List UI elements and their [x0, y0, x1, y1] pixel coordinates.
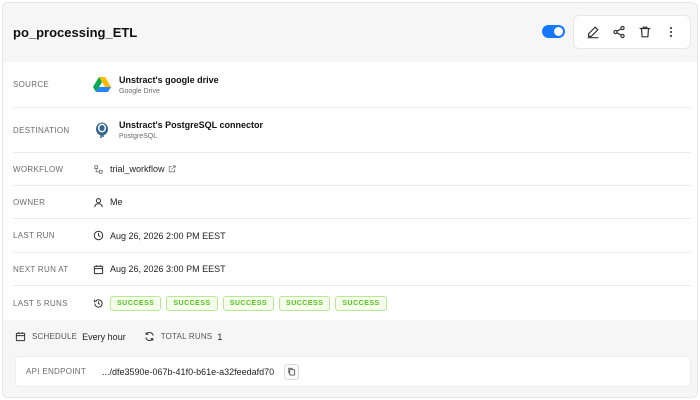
workflow-label: WORKFLOW	[13, 164, 64, 174]
next-run-label: NEXT RUN AT	[13, 264, 69, 274]
source-name: Unstract's google drive	[119, 74, 219, 85]
last-5-runs-label: LAST 5 RUNS	[13, 298, 68, 308]
postgresql-icon	[93, 121, 111, 139]
history-icon	[93, 298, 104, 309]
source-label: SOURCE	[13, 80, 50, 89]
edit-icon	[587, 26, 599, 39]
schedule-value: Every hour	[82, 331, 126, 342]
run-status-badge[interactable]: SUCCESS	[335, 295, 387, 311]
next-run-row: NEXT RUN AT Aug 26, 2026 3:00 PM EEST	[13, 253, 691, 286]
run-status-badge[interactable]: SUCCESS	[222, 295, 275, 311]
copy-icon	[288, 367, 296, 376]
destination-row: DESTINATION Unstract's PostgreSQL connec…	[13, 108, 691, 153]
pipeline-title: po_processing_ETL	[13, 24, 138, 40]
external-link-icon[interactable]	[168, 165, 176, 173]
schedule-label: SCHEDULE	[32, 332, 78, 341]
workflow-value[interactable]: trial_workflow	[93, 164, 176, 175]
schedule-icon	[15, 331, 26, 342]
destination-name: Unstract's PostgreSQL connector	[119, 120, 264, 130]
user-icon	[93, 197, 104, 208]
owner-row: OWNER Me	[13, 186, 691, 219]
run-status-badge[interactable]: SUCCESS	[279, 295, 331, 311]
source-row: SOURCE Unstract's google drive Google Dr…	[13, 62, 691, 108]
enable-toggle[interactable]	[542, 25, 565, 38]
api-endpoint-label: API ENDPOINT	[26, 367, 87, 376]
delete-button[interactable]	[634, 21, 656, 43]
total-runs-label: TOTAL RUNS	[160, 332, 213, 341]
total-runs-value: 1	[217, 331, 223, 342]
details-panel: SOURCE Unstract's google drive Google Dr…	[3, 62, 697, 320]
source-type: Google Drive	[119, 87, 160, 95]
api-endpoint-value[interactable]: .../dfe3590e-067b-41f0-b61e-a32feedafd70	[102, 367, 274, 377]
workflow-link[interactable]: trial_workflow	[110, 164, 165, 174]
destination-value[interactable]: Unstract's PostgreSQL connector PostgreS…	[93, 120, 263, 140]
google-drive-icon	[93, 76, 111, 94]
more-button[interactable]	[660, 21, 682, 43]
owner-name: Me	[110, 197, 123, 207]
calendar-icon	[93, 264, 104, 275]
last-run-row: LAST RUN Aug 26, 2026 2:00 PM EEST	[13, 219, 691, 253]
sync-icon	[144, 331, 155, 342]
destination-type: PostgreSQL	[119, 133, 158, 140]
owner-label: OWNER	[13, 197, 46, 207]
copy-endpoint-button[interactable]	[284, 363, 300, 380]
last-run-time: Aug 26, 2026 2:00 PM EEST	[110, 230, 226, 241]
share-icon	[613, 25, 625, 39]
more-vertical-icon	[669, 27, 673, 37]
last-run-value: Aug 26, 2026 2:00 PM EEST	[93, 230, 226, 241]
share-button[interactable]	[608, 21, 630, 43]
footer-stats: SCHEDULE Every hour TOTAL RUNS 1	[15, 331, 240, 342]
run-status-badge[interactable]: SUCCESS	[166, 295, 218, 311]
owner-value: Me	[93, 197, 123, 208]
last-5-runs-value: SUCCESS SUCCESS SUCCESS SUCCESS SUCCESS	[93, 295, 392, 311]
next-run-value: Aug 26, 2026 3:00 PM EEST	[93, 264, 226, 275]
clock-icon	[93, 230, 104, 241]
next-run-time: Aug 26, 2026 3:00 PM EEST	[110, 264, 226, 274]
api-endpoint-box: API ENDPOINT .../dfe3590e-067b-41f0-b61e…	[15, 356, 691, 387]
toggle-knob	[554, 27, 563, 36]
last-5-runs-row: LAST 5 RUNS SUCCESS SUCCESS SUCCESS SUCC…	[13, 286, 691, 320]
source-value[interactable]: Unstract's google drive Google Drive	[93, 75, 219, 95]
last-run-label: LAST RUN	[13, 231, 55, 240]
run-status-badge[interactable]: SUCCESS	[110, 295, 162, 311]
workflow-icon	[93, 164, 104, 175]
workflow-row: WORKFLOW trial_workflow	[13, 153, 691, 186]
delete-icon	[639, 26, 651, 38]
edit-button[interactable]	[582, 21, 604, 43]
destination-label: DESTINATION	[13, 125, 70, 135]
action-toolbar	[573, 15, 691, 49]
pipeline-card: po_processing_ETL SOURCE Unstract's goog…	[2, 2, 698, 398]
